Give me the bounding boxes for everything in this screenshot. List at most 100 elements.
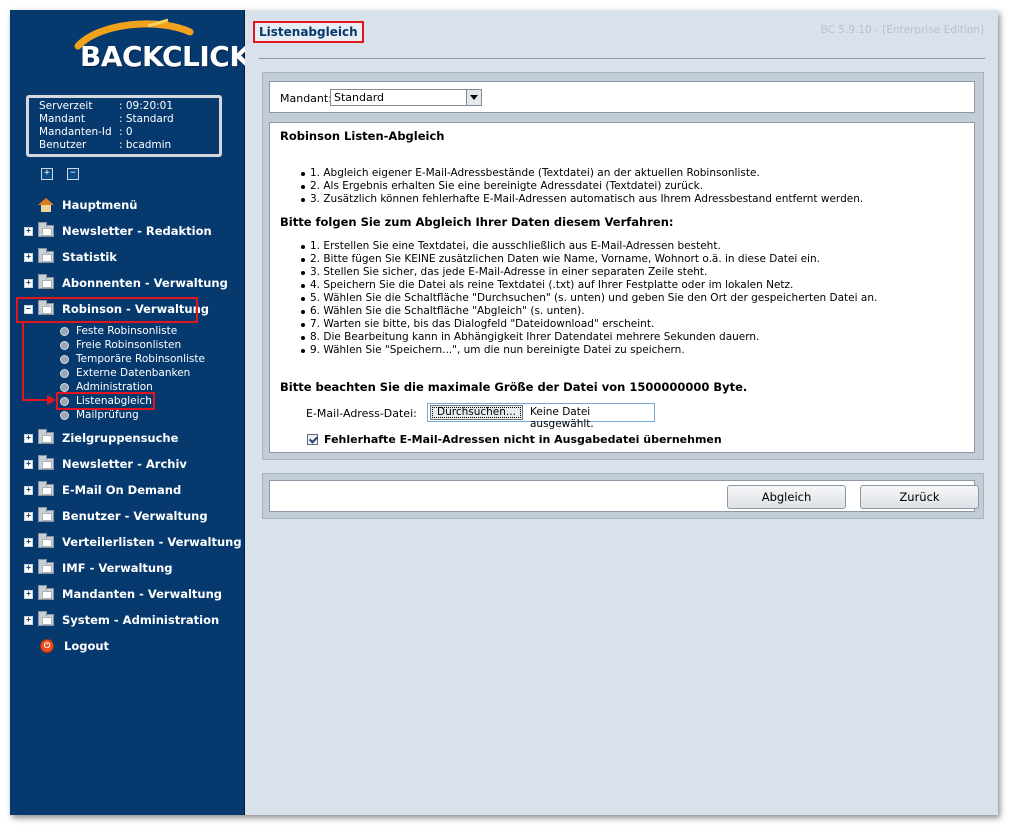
sub-label: Externe Datenbanken xyxy=(76,367,191,379)
action-panel: Abgleich Zurück xyxy=(262,473,984,519)
nav-label: Mandanten - Verwaltung xyxy=(62,587,223,601)
file-label: E-Mail-Adress-Datei: xyxy=(306,407,417,420)
expand-plus-icon[interactable]: + xyxy=(24,459,33,469)
nav-item-benutzer-verwaltung[interactable]: + Benutzer - Verwaltung xyxy=(24,507,208,525)
folder-icon xyxy=(38,533,54,548)
nav-item-mandanten-verwaltung[interactable]: + Mandanten - Verwaltung xyxy=(24,585,222,603)
power-icon: ⏻ xyxy=(40,639,54,653)
nav-item-system-administration[interactable]: + System - Administration xyxy=(24,611,219,629)
expand-plus-icon[interactable]: + xyxy=(24,433,33,443)
annotation-arrow-head-icon xyxy=(47,395,56,405)
folder-icon xyxy=(38,559,54,574)
nav-item-imf-verwaltung[interactable]: + IMF - Verwaltung xyxy=(24,559,173,577)
steps-list: 1. Erstellen Sie eine Textdatei, die aus… xyxy=(300,240,878,357)
mandant-select[interactable]: Standard xyxy=(330,89,482,106)
nav-label: IMF - Verwaltung xyxy=(62,561,173,575)
browse-button[interactable]: Durchsuchen... xyxy=(430,405,523,420)
folder-icon xyxy=(38,222,54,237)
nav-label: Logout xyxy=(64,639,110,653)
nav-item-hauptmenu[interactable]: Hauptmenü xyxy=(24,196,137,214)
list-item: 1. Erstellen Sie eine Textdatei, die aus… xyxy=(300,240,877,253)
chevron-down-icon[interactable] xyxy=(466,90,481,105)
nav-item-zielgruppensuche[interactable]: + Zielgruppensuche xyxy=(24,429,178,447)
nav-label: Zielgruppensuche xyxy=(62,431,179,445)
list-item: 5. Wählen Sie die Schaltfläche "Durchsuc… xyxy=(300,292,878,304)
info-value: : 0 xyxy=(119,126,133,138)
sub-item-feste-robinsonliste[interactable]: Feste Robinsonliste xyxy=(60,324,177,338)
sub-item-freie-robinsonlisten[interactable]: Freie Robinsonlisten xyxy=(60,338,181,352)
sub-item-mailpruefung[interactable]: Mailprüfung xyxy=(60,408,139,422)
nav-item-newsletter-redaktion[interactable]: + Newsletter - Redaktion xyxy=(24,222,212,240)
abgleich-button[interactable]: Abgleich xyxy=(727,485,846,509)
exclude-invalid-checkbox[interactable] xyxy=(307,434,318,445)
sub-label: Feste Robinsonliste xyxy=(76,325,178,337)
expand-plus-icon[interactable]: + xyxy=(24,511,33,521)
divider xyxy=(259,58,985,59)
nav-label: Abonnenten - Verwaltung xyxy=(62,276,228,290)
nav-item-abonnenten-verwaltung[interactable]: + Abonnenten - Verwaltung xyxy=(24,274,228,292)
list-item: 2. Als Ergebnis erhalten Sie eine berein… xyxy=(300,180,863,193)
info-value: : bcadmin xyxy=(119,139,172,151)
sub-item-temporaere-robinsonliste[interactable]: Temporäre Robinsonliste xyxy=(60,352,205,366)
gear-icon xyxy=(60,354,69,364)
folder-icon xyxy=(38,274,54,289)
page-title: Listenabgleich xyxy=(253,21,364,43)
mandant-selected-value: Standard xyxy=(334,91,385,104)
expand-all-button[interactable]: + xyxy=(41,168,53,180)
nav-item-logout[interactable]: ⏻ Logout xyxy=(24,637,109,655)
file-size-note: Bitte beachten Sie die maximale Größe de… xyxy=(280,380,748,394)
list-item: 3. Stellen Sie sicher, das jede E-Mail-A… xyxy=(300,266,877,279)
app-window: BACKCLICK Serverzeit: 09:20:01 Mandant: … xyxy=(10,10,998,815)
nav-item-email-on-demand[interactable]: + E-Mail On Demand xyxy=(24,481,181,499)
nav-label: E-Mail On Demand xyxy=(62,483,182,497)
nav-item-statistik[interactable]: + Statistik xyxy=(24,248,117,266)
folder-icon xyxy=(38,481,54,496)
highlight-box-listenabgleich xyxy=(56,392,155,410)
info-key: Benutzer xyxy=(39,139,87,151)
folder-icon xyxy=(38,507,54,522)
expand-plus-icon[interactable]: + xyxy=(24,589,33,599)
list-item: 7. Warten sie bitte, bis das Dialogfeld … xyxy=(300,318,877,331)
instructions-box: Robinson Listen-Abgleich 1. Abgleich eig… xyxy=(269,122,975,453)
collapse-all-button[interactable]: − xyxy=(67,168,79,180)
file-status: Keine Datei ausgewählt. xyxy=(530,406,594,430)
expand-plus-icon[interactable]: + xyxy=(24,278,33,288)
main-content: Listenabgleich BC 5.9.10 - [Enterprise E… xyxy=(245,10,998,815)
list-item: 6. Wählen Sie die Schaltfläche "Abgleich… xyxy=(300,305,877,318)
info-row: Benutzer : bcadmin xyxy=(39,139,219,152)
expand-plus-icon[interactable]: + xyxy=(24,537,33,547)
nav-item-verteilerlisten-verwaltung[interactable]: + Verteilerlisten - Verwaltung xyxy=(24,533,242,551)
sub-item-externe-datenbanken[interactable]: Externe Datenbanken xyxy=(60,366,190,380)
list-item: 8. Die Bearbeitung kann in Abhängigkeit … xyxy=(300,331,877,344)
expand-plus-icon[interactable]: + xyxy=(24,485,33,495)
gear-icon xyxy=(60,326,69,336)
info-key: Serverzeit xyxy=(39,100,93,112)
nav-label: System - Administration xyxy=(62,613,220,627)
info-key: Mandanten-Id xyxy=(39,126,112,138)
info-value: : Standard xyxy=(119,113,174,125)
zurueck-button[interactable]: Zurück xyxy=(860,485,979,509)
info-key: Mandant xyxy=(39,113,86,125)
version-label: BC 5.9.10 - [Enterprise Edition] xyxy=(820,24,984,36)
file-input[interactable]: Durchsuchen... Keine Datei ausgewählt. xyxy=(427,403,655,430)
expand-plus-icon[interactable]: + xyxy=(24,226,33,236)
folder-icon xyxy=(38,455,54,470)
sub-label: Mailprüfung xyxy=(76,409,139,421)
expand-plus-icon[interactable]: + xyxy=(24,615,33,625)
action-bar: Abgleich Zurück xyxy=(269,480,979,512)
checkbox-label[interactable]: Fehlerhafte E-Mail-Adressen nicht in Aus… xyxy=(324,433,722,446)
nav-item-newsletter-archiv[interactable]: + Newsletter - Archiv xyxy=(24,455,187,473)
form-panel: Mandant: Standard Robinson Listen-Abglei… xyxy=(262,72,984,460)
gear-icon xyxy=(60,382,69,392)
nav-label: Newsletter - Redaktion xyxy=(62,224,212,238)
nav-label: Benutzer - Verwaltung xyxy=(62,509,208,523)
info-row: Mandanten-Id : 0 xyxy=(39,126,219,139)
backclick-logo: BACKCLICK xyxy=(40,18,251,84)
sub-label: Temporäre Robinsonliste xyxy=(76,353,205,365)
info-row: Serverzeit: 09:20:01 xyxy=(39,100,219,113)
expand-plus-icon[interactable]: + xyxy=(24,563,33,573)
mandant-row: Mandant: Standard xyxy=(269,81,975,113)
list-item: 3. Zusätzlich können fehlerhafte E-Mail-… xyxy=(300,193,864,205)
expand-plus-icon[interactable]: + xyxy=(24,252,33,262)
nav-label: Verteilerlisten - Verwaltung xyxy=(62,535,242,549)
